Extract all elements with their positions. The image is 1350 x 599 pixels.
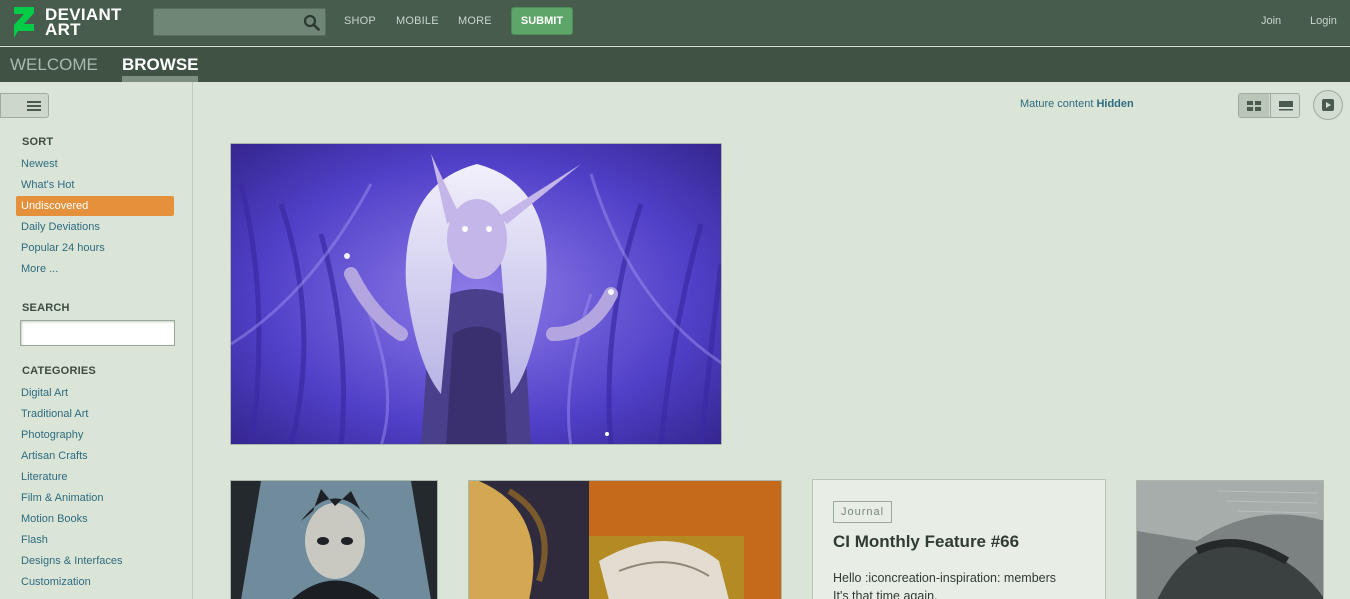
sort-whats-hot[interactable]: What's Hot bbox=[21, 179, 74, 191]
category-flash[interactable]: Flash bbox=[21, 534, 48, 546]
logo-wordmark: DEVIANT ART bbox=[45, 5, 122, 39]
join-link[interactable]: Join bbox=[1261, 15, 1281, 27]
mature-content-toggle[interactable]: Mature content Hidden bbox=[1020, 98, 1134, 110]
category-customization[interactable]: Customization bbox=[21, 576, 91, 588]
deviantart-logo[interactable]: DEVIANT ART bbox=[12, 6, 132, 40]
journal-badge: Journal bbox=[833, 501, 893, 523]
search-icon[interactable] bbox=[303, 14, 320, 31]
journal-title[interactable]: CI Monthly Feature #66 bbox=[833, 532, 1019, 552]
category-literature[interactable]: Literature bbox=[21, 471, 67, 483]
nav-shop[interactable]: SHOP bbox=[344, 15, 376, 27]
category-photography[interactable]: Photography bbox=[21, 429, 83, 441]
tab-bar: WELCOME BROWSE bbox=[0, 47, 1350, 82]
category-traditional-art[interactable]: Traditional Art bbox=[21, 408, 88, 420]
journal-card[interactable]: Journal CI Monthly Feature #66 Hello :ic… bbox=[812, 479, 1106, 599]
grid-view-button[interactable] bbox=[1239, 94, 1269, 117]
sort-undiscovered[interactable]: Undiscovered bbox=[16, 196, 174, 216]
mature-content-state[interactable]: Hidden bbox=[1096, 98, 1133, 110]
top-search-input[interactable] bbox=[153, 8, 326, 36]
journal-excerpt: Hello :iconcreation-inspiration: members… bbox=[833, 571, 1057, 599]
sidebar: SORT Newest What's Hot Undiscovered Dail… bbox=[0, 82, 193, 599]
category-digital-art[interactable]: Digital Art bbox=[21, 387, 68, 399]
category-motion-books[interactable]: Motion Books bbox=[21, 513, 88, 525]
category-film-animation[interactable]: Film & Animation bbox=[21, 492, 104, 504]
deviation-image-2 bbox=[469, 481, 781, 599]
search-heading: SEARCH bbox=[22, 302, 70, 314]
view-mode-toggle bbox=[1238, 93, 1300, 118]
sidebar-search-input[interactable] bbox=[20, 320, 175, 346]
grid-view-icon bbox=[1247, 101, 1261, 111]
sidebar-toggle-button[interactable] bbox=[0, 93, 49, 118]
deviation-thumb-2[interactable] bbox=[468, 480, 782, 599]
sort-heading: SORT bbox=[22, 136, 54, 148]
tab-welcome[interactable]: WELCOME bbox=[10, 55, 98, 75]
login-link[interactable]: Login bbox=[1310, 15, 1337, 27]
play-icon bbox=[1322, 99, 1334, 111]
nav-mobile[interactable]: MOBILE bbox=[396, 15, 439, 27]
submit-button[interactable]: SUBMIT bbox=[511, 7, 573, 35]
deviation-thumb-4[interactable] bbox=[1136, 480, 1324, 599]
category-designs-interfaces[interactable]: Designs & Interfaces bbox=[21, 555, 123, 567]
sort-popular-24-hours[interactable]: Popular 24 hours bbox=[21, 242, 105, 254]
nav-more[interactable]: MORE bbox=[458, 15, 492, 27]
list-view-button[interactable] bbox=[1270, 94, 1299, 117]
featured-deviation[interactable] bbox=[230, 143, 722, 445]
sort-more[interactable]: More ... bbox=[21, 263, 58, 275]
top-bar: DEVIANT ART SHOP MOBILE MORE SUBMIT Join… bbox=[0, 0, 1350, 46]
categories-heading: CATEGORIES bbox=[22, 365, 96, 377]
slideshow-button[interactable] bbox=[1313, 90, 1343, 120]
deviantart-z-icon bbox=[14, 7, 34, 38]
list-view-icon bbox=[1279, 101, 1293, 111]
featured-artwork-image bbox=[231, 144, 721, 444]
category-artisan-crafts[interactable]: Artisan Crafts bbox=[21, 450, 88, 462]
deviation-image-1 bbox=[231, 481, 437, 599]
tab-browse[interactable]: BROWSE bbox=[122, 55, 199, 75]
sort-daily-deviations[interactable]: Daily Deviations bbox=[21, 221, 100, 233]
hamburger-icon bbox=[27, 101, 41, 111]
mature-content-label: Mature content bbox=[1020, 98, 1094, 110]
deviation-thumb-1[interactable] bbox=[230, 480, 438, 599]
deviation-image-4 bbox=[1137, 481, 1323, 599]
sort-newest[interactable]: Newest bbox=[21, 158, 58, 170]
